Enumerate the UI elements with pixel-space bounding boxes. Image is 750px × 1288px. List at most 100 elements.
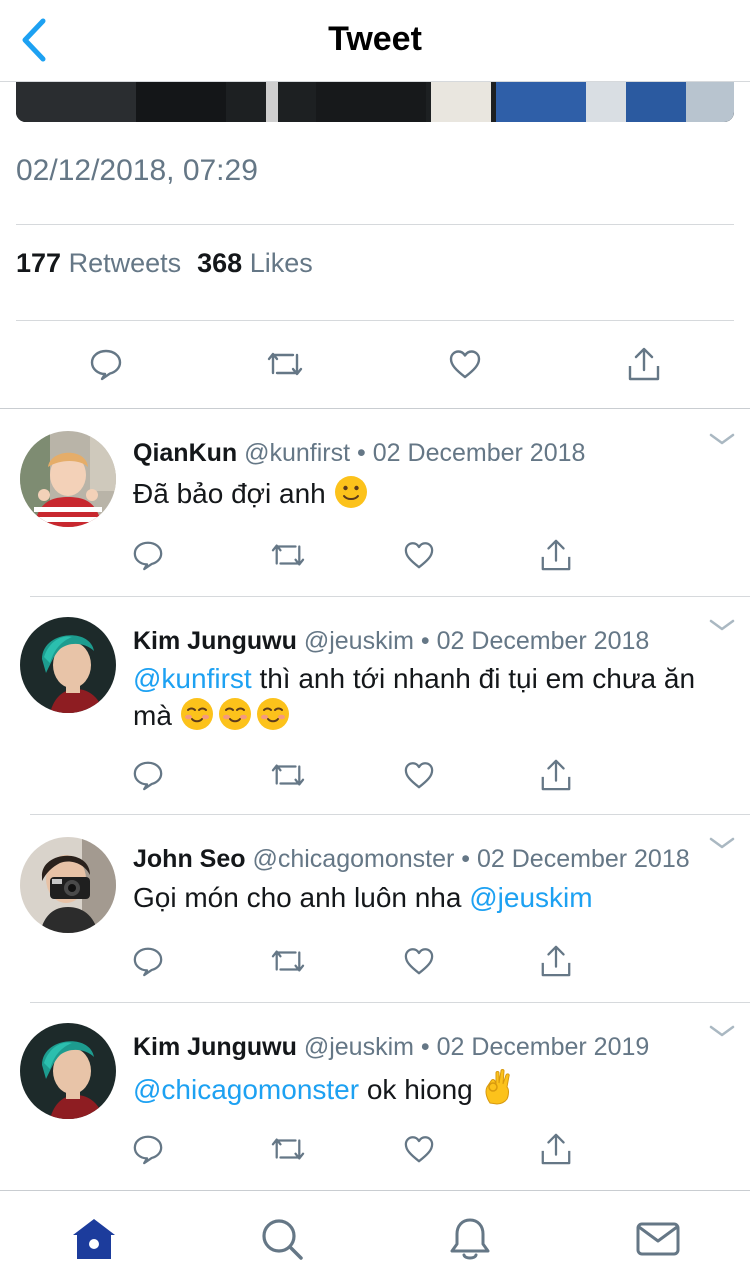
reply-header: Kim Junguwu @jeuskim • 02 December 2019	[133, 1033, 649, 1062]
tweet-timestamp: 02/12/2018, 07:29	[16, 154, 258, 187]
avatar[interactable]	[20, 837, 116, 933]
divider	[16, 224, 734, 225]
reply-date: 02 December 2018	[436, 627, 650, 655]
share-icon	[541, 759, 571, 791]
reply-header: John Seo @chicagomonster • 02 December 2…	[133, 845, 690, 874]
tweet-media-image[interactable]	[16, 82, 734, 122]
reply-button[interactable]	[126, 1127, 170, 1171]
reply-tweet[interactable]: QianKun @kunfirst • 02 December 2018 Đã …	[0, 409, 750, 597]
divider	[16, 320, 734, 321]
retweet-icon	[271, 1138, 305, 1160]
retweets-link[interactable]: 177 Retweets	[16, 248, 181, 278]
share-button[interactable]	[534, 533, 578, 577]
username-handle[interactable]: @kunfirst	[244, 439, 350, 467]
navigation-bar: Tweet	[0, 0, 750, 82]
separator-dot: •	[357, 439, 366, 467]
retweet-icon	[271, 950, 305, 972]
likes-count: 368	[197, 248, 243, 278]
retweet-button[interactable]	[266, 939, 310, 983]
reply-button[interactable]	[126, 753, 170, 797]
chevron-down-icon[interactable]	[708, 1021, 736, 1041]
reply-icon	[133, 1135, 163, 1165]
ok-hand-emoji-icon	[485, 1069, 510, 1105]
smiling-face-emoji-icon	[218, 698, 251, 730]
like-button[interactable]	[397, 1127, 441, 1171]
retweet-icon	[271, 764, 305, 786]
smiling-face-emoji-icon	[256, 698, 289, 730]
search-icon	[262, 1219, 303, 1260]
reply-icon	[133, 541, 163, 571]
share-button[interactable]	[534, 939, 578, 983]
retweets-count: 177	[16, 248, 62, 278]
share-button[interactable]	[622, 342, 666, 386]
mention-link[interactable]: @chicagomonster	[133, 1074, 359, 1105]
heart-icon	[404, 948, 434, 975]
username-handle[interactable]: @jeuskim	[304, 1033, 414, 1061]
separator-dot: •	[420, 1033, 430, 1061]
share-icon	[541, 539, 571, 571]
reply-icon	[133, 761, 163, 791]
share-button[interactable]	[534, 1127, 578, 1171]
heart-icon	[404, 1136, 434, 1163]
tweet-stats: 177 Retweets 368 Likes	[16, 248, 313, 279]
avatar[interactable]	[20, 1023, 116, 1119]
reply-tweet[interactable]: John Seo @chicagomonster • 02 December 2…	[0, 815, 750, 1003]
share-icon	[628, 347, 660, 381]
retweet-button[interactable]	[263, 342, 307, 386]
mention-link[interactable]: @jeuskim	[469, 882, 592, 913]
tab-home[interactable]	[70, 1215, 118, 1263]
display-name[interactable]: Kim Junguwu	[133, 627, 297, 655]
retweet-icon	[271, 544, 305, 566]
share-icon	[541, 945, 571, 977]
like-button[interactable]	[397, 753, 441, 797]
reply-body: Đã bảo đợi anh	[133, 478, 326, 509]
tab-messages[interactable]	[634, 1215, 682, 1263]
reply-tweet[interactable]: Kim Junguwu @jeuskim • 02 December 2019 …	[0, 1003, 750, 1190]
like-button[interactable]	[397, 939, 441, 983]
heart-icon	[404, 542, 434, 569]
display-name[interactable]: QianKun	[133, 439, 237, 467]
like-button[interactable]	[443, 342, 487, 386]
reply-text: @chicagomonster ok hiong	[133, 1067, 713, 1108]
reply-text: @kunfirst thì anh tới nhanh đi tụi em ch…	[133, 660, 713, 734]
display-name[interactable]: John Seo	[133, 845, 246, 873]
home-icon	[73, 1219, 115, 1259]
retweet-icon	[267, 352, 303, 376]
like-button[interactable]	[397, 533, 441, 577]
retweet-button[interactable]	[266, 1127, 310, 1171]
reply-header: QianKun @kunfirst • 02 December 2018	[133, 439, 585, 468]
chevron-down-icon[interactable]	[708, 615, 736, 635]
reply-date: 02 December 2018	[372, 439, 586, 467]
reply-button[interactable]	[126, 533, 170, 577]
notifications-bell-icon	[450, 1218, 490, 1260]
separator-dot: •	[420, 627, 430, 655]
smiling-face-emoji-icon	[180, 698, 213, 730]
slightly-smiling-face-emoji-icon	[334, 476, 367, 508]
reply-header: Kim Junguwu @jeuskim • 02 December 2018	[133, 627, 649, 656]
username-handle[interactable]: @chicagomonster	[252, 845, 454, 873]
avatar[interactable]	[20, 617, 116, 713]
retweets-label: Retweets	[68, 248, 182, 278]
messages-envelope-icon	[636, 1222, 680, 1256]
reply-text: Đã bảo đợi anh	[133, 475, 713, 512]
mention-link[interactable]: @kunfirst	[133, 663, 252, 694]
display-name[interactable]: Kim Junguwu	[133, 1033, 297, 1061]
retweet-button[interactable]	[266, 753, 310, 797]
tab-notifications[interactable]	[446, 1215, 494, 1263]
separator-dot: •	[461, 845, 471, 873]
retweet-button[interactable]	[266, 533, 310, 577]
likes-label: Likes	[249, 248, 313, 278]
page-title: Tweet	[328, 20, 422, 58]
share-button[interactable]	[534, 753, 578, 797]
avatar[interactable]	[20, 431, 116, 527]
reply-text: Gọi món cho anh luôn nha @jeuskim	[133, 879, 713, 916]
username-handle[interactable]: @jeuskim	[304, 627, 414, 655]
reply-button[interactable]	[84, 342, 128, 386]
chevron-down-icon[interactable]	[708, 833, 736, 853]
likes-link[interactable]: 368 Likes	[197, 248, 313, 278]
share-icon	[541, 1133, 571, 1165]
reply-tweet[interactable]: Kim Junguwu @jeuskim • 02 December 2018 …	[0, 597, 750, 815]
tab-search[interactable]	[258, 1215, 306, 1263]
chevron-down-icon[interactable]	[708, 429, 736, 449]
reply-button[interactable]	[126, 939, 170, 983]
